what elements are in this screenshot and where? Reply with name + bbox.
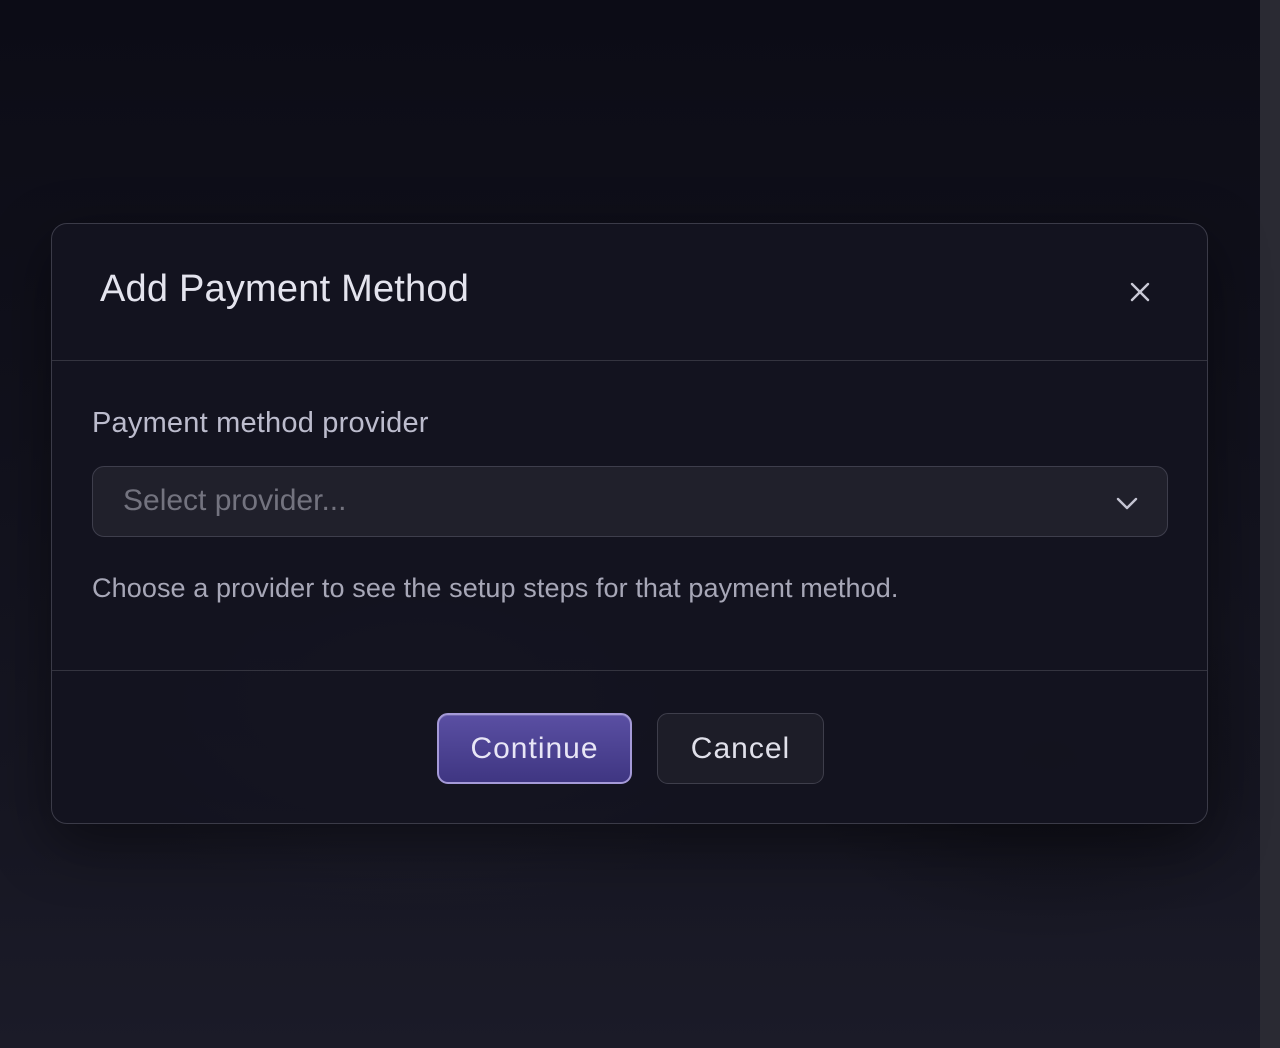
chevron-down-icon: [1116, 497, 1138, 510]
scrollbar-track[interactable]: [1260, 0, 1280, 1048]
helper-text: Choose a provider to see the setup steps…: [92, 573, 899, 603]
provider-label: Payment method provider: [92, 407, 429, 439]
provider-select[interactable]: Select provider...: [92, 466, 1168, 537]
close-button[interactable]: [1122, 274, 1158, 310]
modal-footer: Continue Cancel: [52, 671, 1207, 825]
modal-body: Payment method provider Select provider.…: [52, 361, 1207, 671]
modal-header: Add Payment Method: [52, 224, 1207, 361]
provider-select-placeholder: Select provider...: [123, 484, 347, 517]
modal-title: Add Payment Method: [100, 268, 470, 310]
add-payment-method-modal: Add Payment Method Payment method provid…: [51, 223, 1208, 824]
continue-button[interactable]: Continue: [437, 713, 632, 784]
close-icon: [1130, 282, 1150, 302]
cancel-button[interactable]: Cancel: [657, 713, 824, 784]
